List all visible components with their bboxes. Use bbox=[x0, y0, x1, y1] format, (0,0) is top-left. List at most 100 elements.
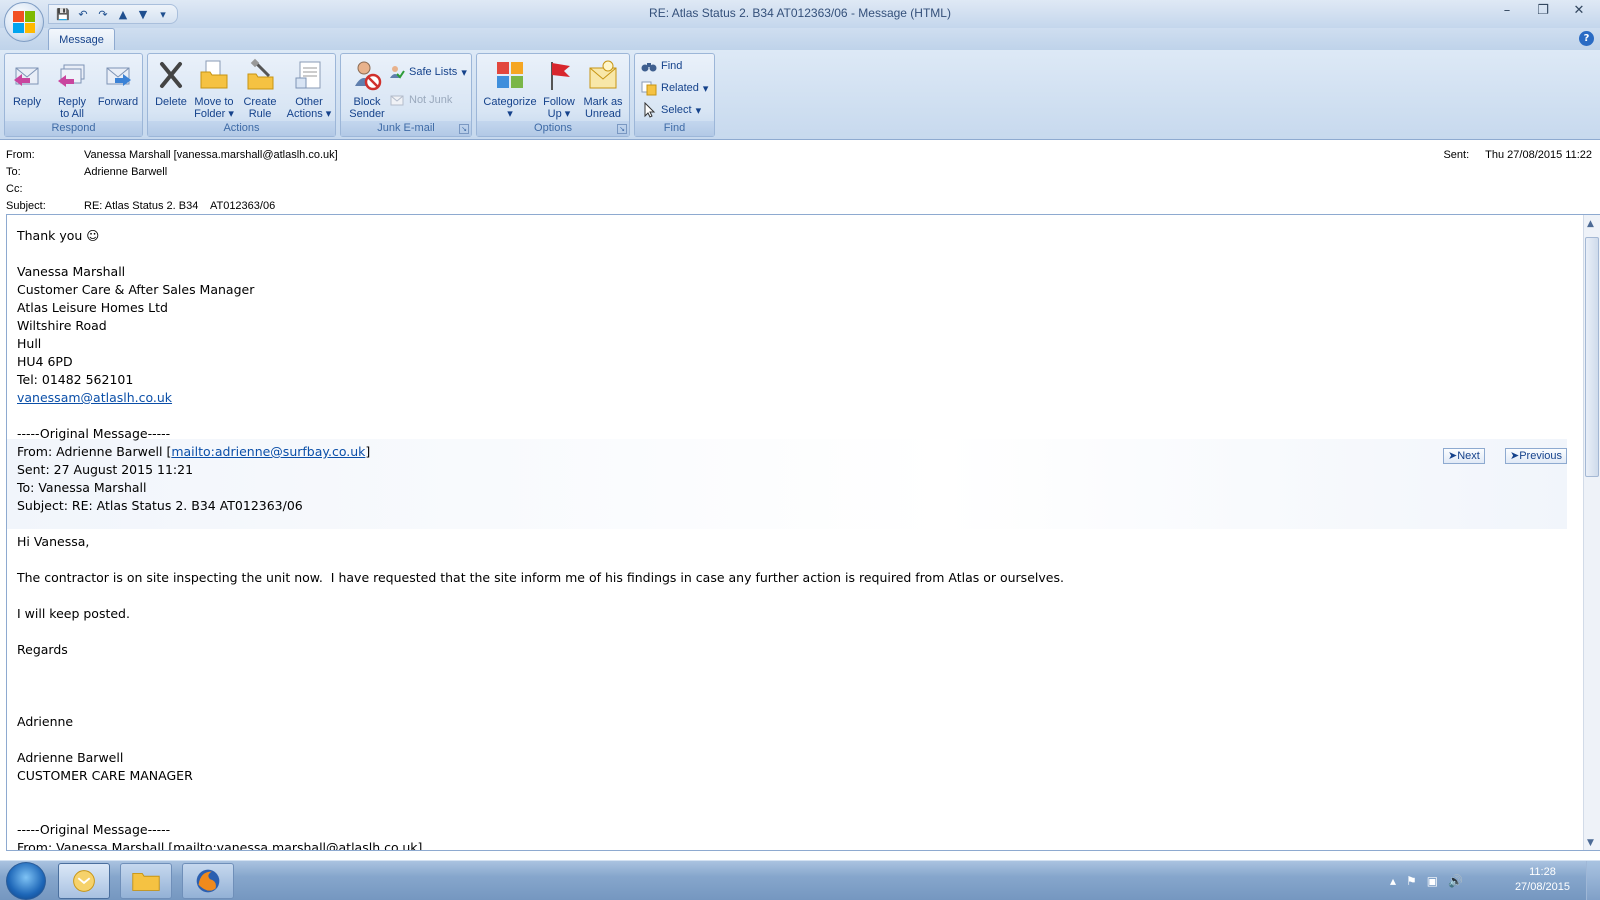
title-bar: 💾 ↶ ↷ ▲ ▼ ▾ RE: Atlas Status 2. B34 AT01… bbox=[0, 0, 1600, 28]
outlook-icon[interactable] bbox=[58, 863, 110, 899]
message-header: From: Vanessa Marshall [vanessa.marshall… bbox=[0, 141, 1600, 214]
select-button[interactable]: Select ▾ bbox=[641, 100, 701, 120]
follow-up-flag-icon bbox=[551, 62, 570, 90]
group-label-junk-email: Junk E-mail bbox=[341, 121, 471, 136]
group-respond: Reply Reply to All Forward Respond bbox=[4, 53, 143, 137]
original-from-line: From: Adrienne Barwell [mailto:adrienne@… bbox=[17, 444, 371, 459]
start-button[interactable] bbox=[6, 862, 46, 900]
signature-company: Atlas Leisure Homes Ltd bbox=[17, 300, 168, 315]
minimize-icon[interactable]: – bbox=[1490, 2, 1524, 22]
safe-lists-icon bbox=[390, 66, 405, 79]
block-sender-button[interactable]: Block Sender bbox=[345, 56, 389, 120]
find-button[interactable]: Find bbox=[641, 56, 682, 76]
mark-as-unread-button[interactable]: Mark as Unread bbox=[579, 56, 627, 120]
not-junk-icon bbox=[390, 95, 404, 106]
next-button[interactable]: ➤Next bbox=[1443, 448, 1485, 464]
group-actions: Delete Move to Folder ▾ Create Rule Other A… bbox=[147, 53, 336, 137]
to-label: To: bbox=[6, 166, 21, 178]
clock-time: 11:28 bbox=[1529, 866, 1556, 878]
group-find: Find Related ▾ Select ▾ Find bbox=[634, 53, 715, 137]
sent-label: Sent: bbox=[1443, 149, 1470, 161]
original-body-line: I will keep posted. bbox=[17, 606, 130, 621]
original-from-mailto-link[interactable]: mailto:adrienne@surfbay.co.uk bbox=[171, 444, 365, 459]
group-label-respond: Respond bbox=[5, 121, 142, 136]
original-body-line: The contractor is on site inspecting the… bbox=[17, 570, 1064, 585]
move-to-folder-button[interactable]: Move to Folder ▾ bbox=[192, 56, 236, 120]
reply-all-icon bbox=[58, 64, 85, 87]
delete-button[interactable]: Delete bbox=[152, 56, 190, 120]
follow-up-button[interactable]: Follow Up ▾ bbox=[541, 56, 577, 120]
from-value[interactable]: Vanessa Marshall [vanessa.marshall@atlas… bbox=[84, 149, 338, 165]
safe-lists-button[interactable]: Safe Lists ▾ bbox=[389, 62, 467, 82]
group-options: Categorize ▾ Follow Up ▾ Mark as Unread Opt… bbox=[476, 53, 630, 137]
move-to-folder-icon bbox=[200, 60, 228, 89]
vertical-scrollbar[interactable]: ▲ ▼ bbox=[1583, 215, 1600, 850]
forward-icon bbox=[106, 67, 131, 86]
signature-title: Customer Care & After Sales Manager bbox=[17, 282, 255, 297]
original-signature-name: Adrienne Barwell bbox=[17, 750, 124, 765]
office-button[interactable] bbox=[4, 2, 44, 42]
create-rule-button[interactable]: Create Rule bbox=[238, 56, 282, 120]
original-sent-line: Sent: 27 August 2015 11:21 bbox=[17, 462, 194, 477]
previous-button[interactable]: ➤Previous bbox=[1505, 448, 1568, 464]
close-icon[interactable]: ✕ bbox=[1562, 2, 1596, 22]
reply-icon bbox=[14, 67, 39, 86]
restore-icon[interactable]: ❐ bbox=[1526, 2, 1560, 22]
categorize-button[interactable]: Categorize ▾ bbox=[481, 56, 539, 120]
action-center-flag-icon[interactable]: ⚑ bbox=[1406, 874, 1417, 888]
signature-name: Vanessa Marshall bbox=[17, 264, 126, 279]
scroll-down-icon[interactable]: ▼ bbox=[1587, 838, 1594, 848]
message-text: Thank you ☺ Vanessa Marshall Customer Ca… bbox=[17, 227, 1567, 851]
to-value[interactable]: Adrienne Barwell bbox=[84, 166, 167, 182]
group-junk-email: Block Sender Safe Lists ▾ Not Junk Junk E… bbox=[340, 53, 472, 137]
reply-all-button[interactable]: Reply to All bbox=[51, 56, 93, 120]
delete-icon bbox=[160, 62, 182, 88]
original-from-line-2: From: Vanessa Marshall [mailto:vanessa.m… bbox=[17, 840, 423, 851]
original-sender-name: Adrienne bbox=[17, 714, 74, 729]
dialog-launcher-icon[interactable]: ↘ bbox=[459, 124, 469, 134]
cc-row: Cc: bbox=[6, 183, 84, 199]
ribbon-tab-row: Message ? bbox=[0, 28, 1600, 51]
help-icon[interactable]: ? bbox=[1579, 31, 1594, 46]
related-icon bbox=[641, 81, 657, 96]
file-explorer-icon[interactable] bbox=[120, 863, 172, 899]
signature-email-link[interactable]: vanessam@atlaslh.co.uk bbox=[17, 390, 172, 405]
group-label-actions: Actions bbox=[148, 121, 335, 136]
clock[interactable]: 11:28 27/08/2015 bbox=[1515, 865, 1570, 895]
volume-icon[interactable]: 🔊 bbox=[1448, 874, 1463, 888]
signature-city: Hull bbox=[17, 336, 42, 351]
create-rule-icon bbox=[247, 58, 274, 90]
binoculars-icon bbox=[641, 63, 657, 72]
categorize-icon bbox=[497, 62, 523, 88]
from-label: From: bbox=[6, 149, 35, 161]
reply-button[interactable]: Reply bbox=[9, 56, 45, 120]
not-junk-button[interactable]: Not Junk bbox=[389, 90, 452, 110]
window-controls: – ❐ ✕ bbox=[1490, 2, 1596, 22]
cursor-icon bbox=[644, 102, 656, 118]
original-greeting: Hi Vanessa, bbox=[17, 534, 90, 549]
network-icon[interactable]: ▣ bbox=[1427, 874, 1438, 888]
scrollbar-thumb[interactable] bbox=[1585, 237, 1599, 477]
related-button[interactable]: Related ▾ bbox=[641, 78, 708, 98]
forward-button[interactable]: Forward bbox=[95, 56, 141, 120]
original-to-line: To: Vanessa Marshall bbox=[17, 480, 147, 495]
dialog-launcher-icon[interactable]: ↘ bbox=[617, 124, 627, 134]
group-label-find: Find bbox=[635, 121, 714, 136]
group-label-options: Options bbox=[477, 121, 629, 136]
message-body[interactable]: Thank you ☺ Vanessa Marshall Customer Ca… bbox=[6, 214, 1600, 851]
signature-tel: Tel: 01482 562101 bbox=[17, 372, 134, 387]
cc-label: Cc: bbox=[6, 183, 23, 195]
show-hidden-icons-icon[interactable]: ▴ bbox=[1390, 874, 1396, 888]
other-actions-button[interactable]: Other Actions ▾ bbox=[284, 56, 334, 120]
tab-message[interactable]: Message bbox=[48, 28, 115, 51]
show-desktop-button[interactable] bbox=[1586, 861, 1600, 900]
previous-arrow-icon: ➤ bbox=[1510, 450, 1520, 462]
body-greeting: Thank you ☺ bbox=[17, 228, 100, 243]
signature-road: Wiltshire Road bbox=[17, 318, 107, 333]
next-arrow-icon: ➤ bbox=[1448, 450, 1458, 462]
original-regards: Regards bbox=[17, 642, 68, 657]
firefox-icon[interactable] bbox=[182, 863, 234, 899]
block-sender-icon bbox=[355, 61, 382, 91]
taskbar: ▴ ⚑ ▣ 🔊 11:28 27/08/2015 bbox=[0, 860, 1600, 900]
scroll-up-icon[interactable]: ▲ bbox=[1587, 219, 1594, 229]
